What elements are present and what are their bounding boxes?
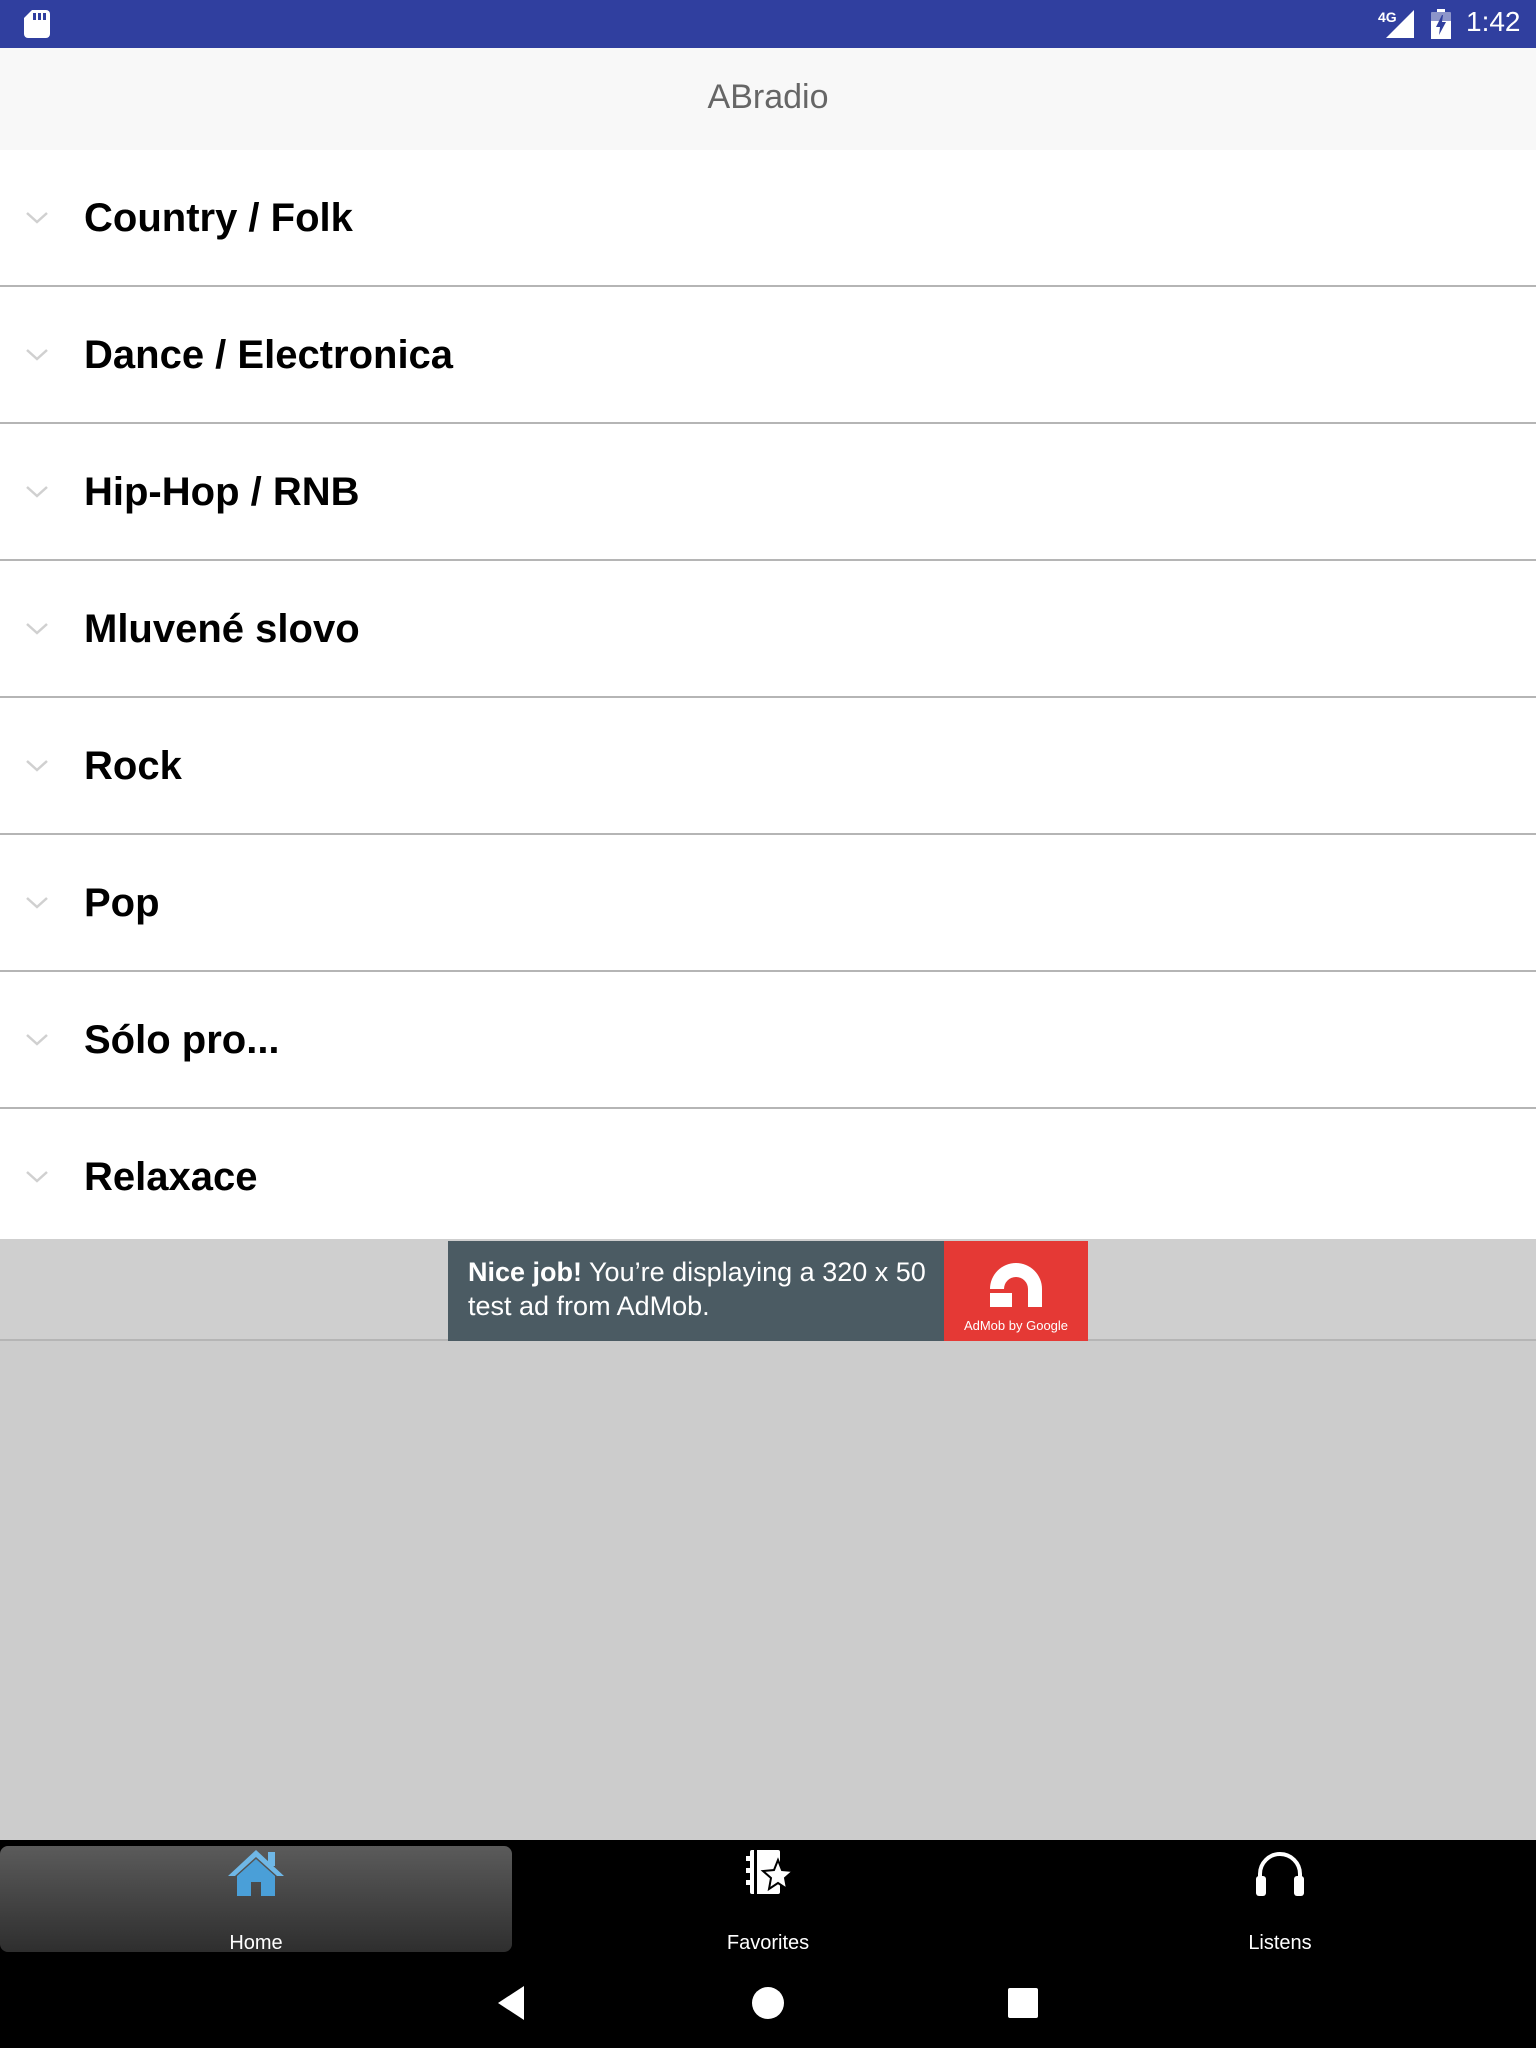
admob-brand-text: AdMob by Google [963,1318,1069,1333]
sd-card-icon [24,10,50,38]
tab-favorites[interactable]: Favorites [512,1840,1024,1954]
battery-icon [1431,9,1451,39]
category-label: Rock [84,744,182,788]
category-label: Country / Folk [84,196,353,240]
category-row-hiphop-rnb[interactable]: Hip-Hop / RNB [0,424,1536,561]
chevron-down-icon [26,1171,48,1183]
ad-text: Nice job! You’re displaying a 320 x 50 t… [468,1255,938,1323]
app-title: ABradio [707,78,829,116]
signal-icon [1386,10,1414,38]
category-row-relaxace[interactable]: Relaxace [0,1109,1536,1246]
category-row-mluvene-slovo[interactable]: Mluvené slovo [0,561,1536,698]
tab-listens[interactable]: Listens [1024,1840,1536,1954]
status-bar: 4G 1:42 [0,0,1536,48]
chevron-down-icon [26,349,48,361]
bottom-tab-bar: Home Favorites Listens [0,1840,1536,1956]
admob-logo: AdMob by Google [944,1241,1088,1341]
category-label: Dance / Electronica [84,333,454,377]
category-list: Country / Folk Dance / Electronica Hip-H… [0,150,1536,1246]
chevron-down-icon [26,623,48,635]
category-label: Sólo pro... [84,1018,280,1062]
home-icon [228,1850,284,1896]
chevron-down-icon [26,897,48,909]
ad-headline: Nice job! [468,1257,583,1287]
favorites-icon [746,1850,796,1894]
category-row-rock[interactable]: Rock [0,698,1536,835]
admob-logo-icon [990,1263,1042,1307]
recents-icon[interactable] [1000,1980,1046,2026]
chevron-down-icon [26,1034,48,1046]
category-row-dance-electronica[interactable]: Dance / Electronica [0,287,1536,424]
category-label: Mluvené slovo [84,607,360,651]
category-row-pop[interactable]: Pop [0,835,1536,972]
back-icon[interactable] [490,1980,536,2026]
category-row-solo-pro[interactable]: Sólo pro... [0,972,1536,1109]
category-label: Hip-Hop / RNB [84,470,360,514]
category-row-country-folk[interactable]: Country / Folk [0,150,1536,287]
home-circle-icon[interactable] [745,1980,791,2026]
headphones-icon [1256,1852,1304,1896]
tab-label: Favorites [726,1932,810,1954]
chevron-down-icon [26,212,48,224]
chevron-down-icon [26,486,48,498]
admob-banner[interactable]: Nice job! You’re displaying a 320 x 50 t… [448,1241,1088,1341]
category-label: Pop [84,881,160,925]
tab-label: Listens [1248,1932,1312,1954]
clock: 1:42 [1466,6,1521,37]
tab-home[interactable]: Home [0,1846,512,1954]
chevron-down-icon [26,760,48,772]
system-navigation-bar [0,1956,1536,2048]
app-bar: ABradio [0,48,1536,150]
category-label: Relaxace [84,1155,258,1199]
tab-label: Home [229,1932,283,1954]
ad-container: Nice job! You’re displaying a 320 x 50 t… [0,1239,1536,1341]
